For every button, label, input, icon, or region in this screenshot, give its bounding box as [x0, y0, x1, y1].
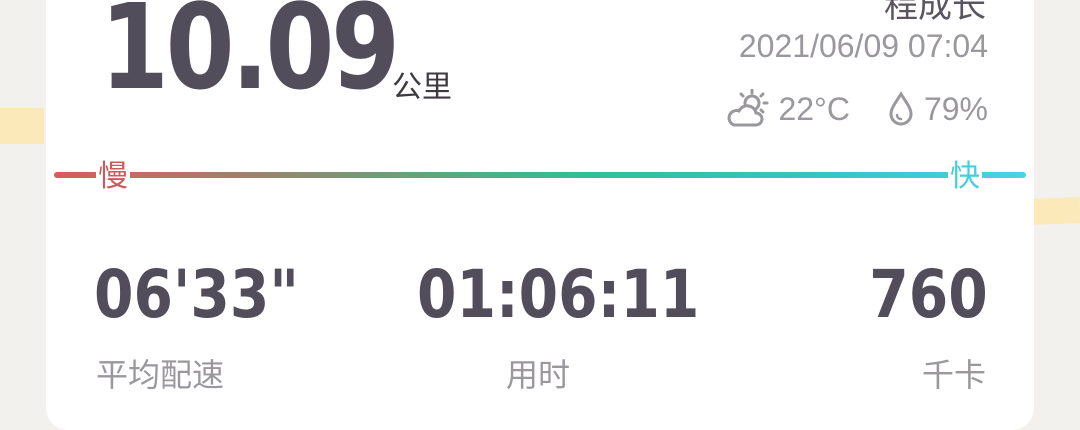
temperature: 22°C [778, 90, 850, 127]
distance-unit: 公里 [392, 70, 452, 105]
duration-label: 用时 [506, 356, 571, 394]
speed-gradient-bar [54, 172, 1026, 178]
slow-label: 慢 [96, 159, 130, 194]
distance-value: 10.09 [100, 0, 400, 116]
duration-value: 01:06:11 [417, 256, 700, 333]
pace-value: 06'33" [94, 256, 299, 333]
humidity: 79% [923, 90, 988, 127]
partly-cloudy-icon [726, 89, 770, 129]
fast-label: 快 [948, 159, 982, 194]
workout-title: 程成长 [884, 0, 986, 26]
calories-value: 760 [869, 256, 988, 333]
droplet-icon [886, 91, 916, 127]
calories-label: 千卡 [921, 356, 986, 394]
weather-info: 22°C 79% [726, 88, 988, 130]
map-road [1029, 197, 1080, 225]
map-road [0, 108, 44, 144]
workout-datetime: 2021/06/09 07:04 [738, 28, 988, 64]
pace-label: 平均配速 [96, 356, 225, 394]
